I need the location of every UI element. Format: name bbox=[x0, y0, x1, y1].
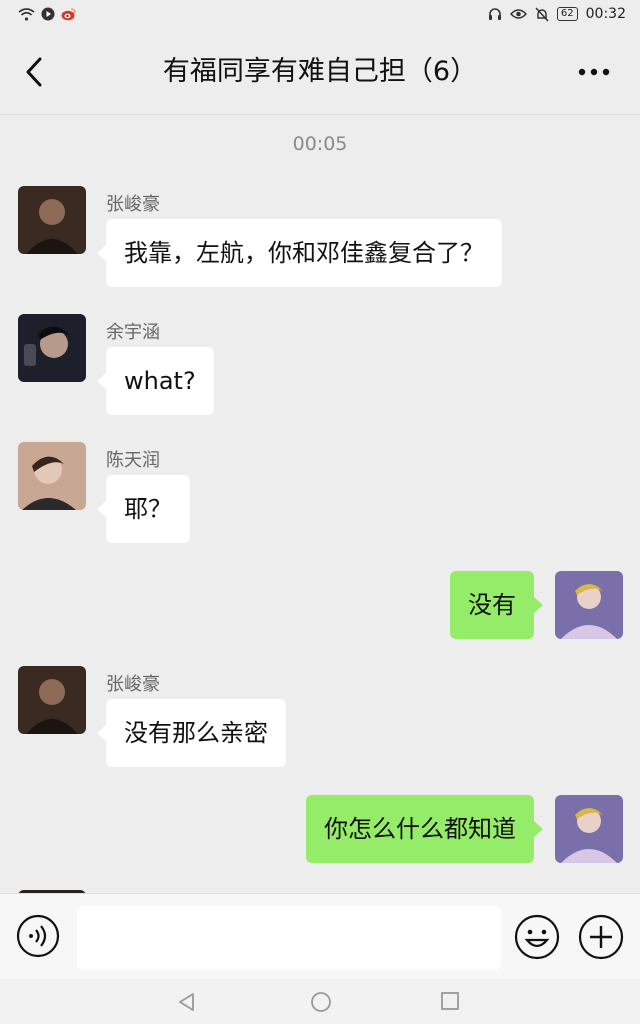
chat-title: 有福同享有难自己担（6） bbox=[162, 56, 478, 87]
eye-icon bbox=[509, 9, 527, 19]
sender-name: 张峻豪 bbox=[106, 674, 160, 695]
message-timestamp: 00:05 bbox=[292, 133, 348, 155]
play-icon bbox=[41, 7, 55, 21]
input-bar bbox=[0, 893, 640, 980]
voice-icon[interactable] bbox=[16, 914, 60, 958]
avatar[interactable] bbox=[18, 442, 86, 510]
message-bubble[interactable]: 没有 bbox=[450, 571, 543, 639]
message-bubble[interactable]: 你怎么什么都知道 bbox=[306, 795, 543, 863]
plus-icon[interactable] bbox=[578, 914, 624, 960]
sender-name: 陈天润 bbox=[106, 450, 160, 471]
avatar[interactable] bbox=[555, 571, 623, 639]
status-time: 00:32 bbox=[585, 6, 626, 22]
back-icon[interactable] bbox=[20, 54, 50, 90]
message-bubble[interactable]: 耶？ bbox=[97, 475, 190, 543]
battery-level: 62 bbox=[556, 7, 578, 21]
status-right: 62 00:32 bbox=[488, 6, 626, 22]
chat-header: 有福同享有难自己担（6） bbox=[0, 30, 640, 115]
avatar[interactable] bbox=[555, 795, 623, 863]
status-left bbox=[18, 7, 76, 21]
status-bar: 62 00:32 bbox=[0, 0, 640, 30]
mute-bell-icon bbox=[535, 6, 549, 22]
nav-recent-icon[interactable] bbox=[440, 991, 460, 1011]
weibo-icon bbox=[61, 8, 76, 21]
nav-home-icon[interactable] bbox=[309, 990, 333, 1014]
sender-name: 张峻豪 bbox=[106, 194, 160, 215]
message-bubble[interactable]: 我靠，左航，你和邓佳鑫复合了？ bbox=[97, 219, 502, 287]
wifi-icon bbox=[18, 7, 35, 21]
message-input[interactable] bbox=[77, 906, 501, 970]
message-bubble[interactable]: 没有那么亲密 bbox=[97, 699, 286, 767]
avatar[interactable] bbox=[18, 666, 86, 734]
message-list[interactable]: 00:05 张峻豪 我靠，左航，你和邓佳鑫复合了？ 余宇涵 what? 陈天润 … bbox=[0, 115, 640, 893]
headphones-icon bbox=[488, 8, 501, 20]
more-icon[interactable] bbox=[576, 58, 612, 86]
avatar[interactable] bbox=[18, 314, 86, 382]
sender-name: 余宇涵 bbox=[106, 322, 160, 343]
avatar[interactable] bbox=[18, 186, 86, 254]
system-nav-bar bbox=[0, 979, 640, 1024]
emoji-icon[interactable] bbox=[514, 914, 560, 960]
nav-back-icon[interactable] bbox=[176, 991, 198, 1013]
message-bubble[interactable]: what? bbox=[97, 347, 214, 415]
